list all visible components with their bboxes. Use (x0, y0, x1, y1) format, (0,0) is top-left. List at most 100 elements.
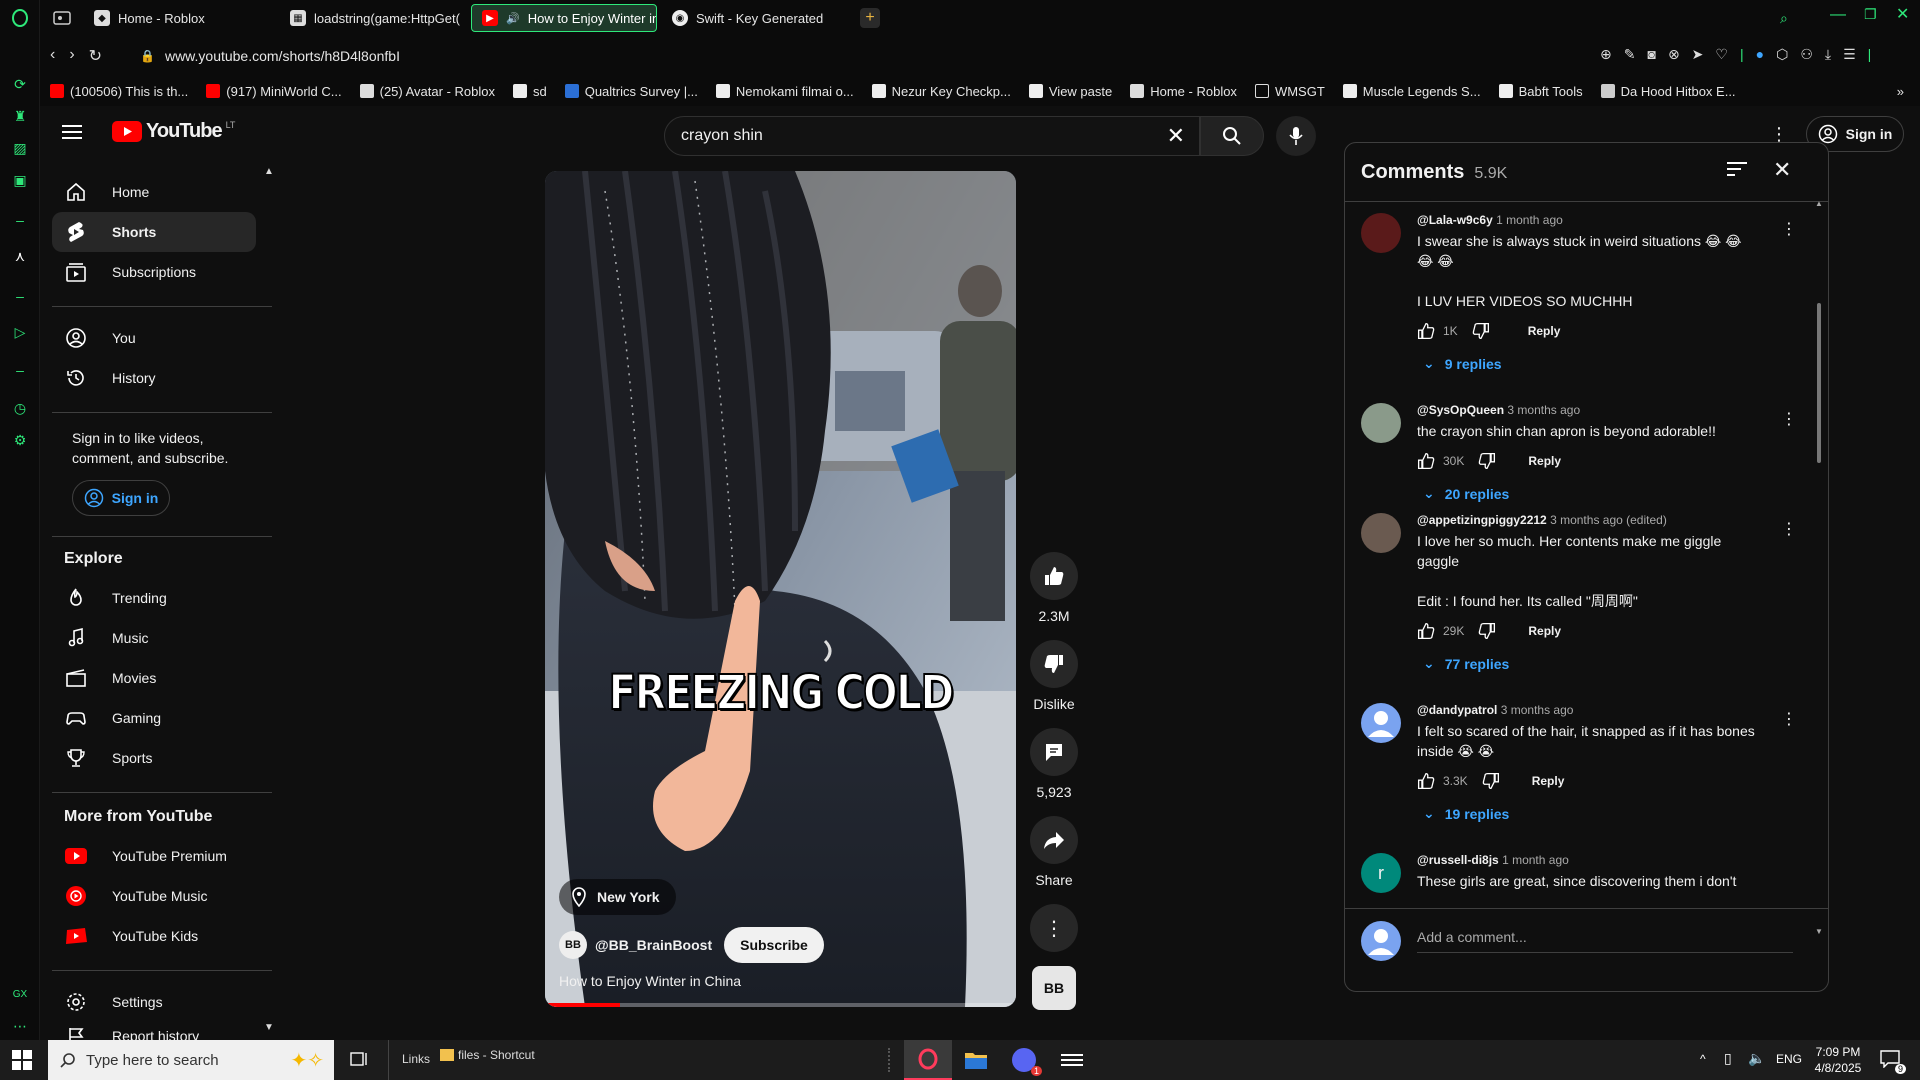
scroll-up-icon[interactable]: ▲ (1815, 199, 1823, 208)
view-replies-button[interactable]: ⌄ 9 replies (1417, 355, 1757, 372)
download-icon[interactable]: ⤓ (1825, 46, 1831, 63)
url-field[interactable]: 🔒 www.youtube.com/shorts/h8D4l8onfbI (140, 40, 1540, 72)
tab-swift[interactable]: ◉ Swift - Key Generated (662, 4, 862, 32)
bookmark-item[interactable]: Babft Tools (1498, 84, 1583, 99)
bookmark-item[interactable]: Nemokami filmai o... (715, 84, 854, 99)
commenter-avatar[interactable] (1361, 513, 1401, 553)
comment-time[interactable]: 3 months ago (edited) (1550, 513, 1667, 527)
cube-icon[interactable]: ⬡ (1776, 46, 1788, 63)
comment-author[interactable]: @russell-di8js (1417, 853, 1499, 867)
opera-gx-taskbar-icon[interactable] (904, 1040, 952, 1080)
thumbs-down-icon[interactable] (1478, 622, 1496, 640)
gx-control-icon[interactable]: GX (10, 984, 30, 1004)
bot-icon[interactable]: ♜ (10, 106, 30, 126)
share-action[interactable]: Share (1030, 816, 1078, 888)
thumbs-up-icon[interactable] (1417, 452, 1435, 470)
search-button[interactable] (1200, 116, 1264, 156)
sort-icon[interactable] (1727, 161, 1747, 177)
sidebar-item-report-history[interactable]: Report history (52, 1016, 256, 1040)
reply-button[interactable]: Reply (1528, 454, 1561, 468)
adblock-icon[interactable]: ⊗ (1668, 46, 1680, 63)
search-input[interactable]: crayon shin ✕ (664, 116, 1200, 156)
comment-time[interactable]: 3 months ago (1507, 403, 1580, 417)
history-rail-icon[interactable]: ◷ (10, 398, 30, 418)
tab-search-icon[interactable]: ⌕ (1780, 10, 1788, 27)
twitch-icon[interactable]: ▨ (10, 138, 30, 158)
bookmark-item[interactable]: Da Hood Hitbox E... (1600, 84, 1736, 99)
like-action[interactable]: 2.3M (1030, 552, 1078, 624)
tab-home-roblox[interactable]: ◆ Home - Roblox (84, 4, 274, 32)
comments-action[interactable]: 5,923 (1030, 728, 1078, 800)
camera-icon[interactable]: ◙ (1647, 46, 1655, 63)
sidebar-item-sports[interactable]: Sports (52, 738, 256, 778)
bookmark-folder[interactable]: WMSGT (1254, 84, 1325, 99)
sidebar-item-youtube-premium[interactable]: YouTube Premium (52, 836, 256, 876)
heart-icon[interactable]: ♡ (1715, 46, 1728, 63)
workspaces-icon[interactable] (52, 8, 72, 28)
sidebar-item-history[interactable]: History (52, 358, 256, 398)
aria-icon[interactable]: ⋏ (10, 246, 30, 266)
player-icon[interactable]: ▷ (10, 322, 30, 342)
links-toolbar[interactable]: Links (402, 1052, 430, 1066)
dislike-action[interactable]: Dislike (1030, 640, 1078, 712)
new-tab-button[interactable]: + (860, 8, 880, 28)
back-icon[interactable]: ‹ (50, 46, 55, 66)
reply-button[interactable]: Reply (1532, 774, 1565, 788)
taskbar-search-input[interactable]: Type here to search ✦✧ (48, 1040, 334, 1080)
comment-author[interactable]: @appetizingpiggy2212 (1417, 513, 1547, 527)
clear-search-icon[interactable]: ✕ (1167, 123, 1185, 149)
vpn-icon[interactable]: ● (1756, 46, 1764, 63)
zoom-icon[interactable]: ⊕ (1600, 46, 1612, 63)
menu-icon[interactable]: ☰ (1843, 46, 1856, 63)
settings-rail-icon[interactable]: ⚙ (10, 430, 30, 450)
file-explorer-icon[interactable] (952, 1040, 1000, 1080)
commenter-avatar[interactable]: r (1361, 853, 1401, 893)
comment-author[interactable]: @Lala-w9c6y (1417, 213, 1493, 227)
bookmark-item[interactable]: View paste (1028, 84, 1112, 99)
more-rail-icon[interactable]: ⋯ (10, 1016, 30, 1036)
task-view-icon[interactable] (350, 1050, 370, 1068)
more-options-button[interactable]: ⋮ (1030, 904, 1078, 952)
like-button[interactable] (1030, 552, 1078, 600)
sidebar-item-music[interactable]: Music (52, 618, 256, 658)
more-bookmarks-icon[interactable]: » (1897, 84, 1904, 99)
forward-icon[interactable]: › (69, 46, 74, 66)
thumbs-down-icon[interactable] (1482, 772, 1500, 790)
reply-button[interactable]: Reply (1528, 324, 1561, 338)
add-comment-input[interactable]: Add a comment... (1417, 929, 1793, 953)
commenter-avatar[interactable] (1361, 403, 1401, 443)
send-icon[interactable]: ➤ (1692, 46, 1704, 63)
video-progress-bar[interactable] (545, 1003, 1016, 1007)
channel-name[interactable]: @BB_BrainBoost (595, 937, 712, 953)
commenter-avatar[interactable] (1361, 703, 1401, 743)
notes-app-icon[interactable] (1048, 1040, 1096, 1080)
channel-avatar[interactable]: BB (559, 931, 587, 959)
thumbs-up-icon[interactable] (1417, 322, 1435, 340)
dislike-button[interactable] (1030, 640, 1078, 688)
music-app-icon[interactable]: ▣ (10, 170, 30, 190)
bookmark-item[interactable]: Nezur Key Checkp... (871, 84, 1011, 99)
refresh-icon[interactable]: ⟳ (10, 74, 30, 94)
video-title[interactable]: How to Enjoy Winter in China (559, 973, 741, 989)
guide-menu-icon[interactable] (62, 124, 82, 140)
location-chip[interactable]: New York (559, 879, 676, 915)
speaker-icon[interactable]: 🔊 (506, 12, 520, 25)
comment-author[interactable]: @SysOpQueen (1417, 403, 1504, 417)
sidebar-scroll-up-icon[interactable]: ▲ (264, 166, 272, 177)
tab-loadstring[interactable]: ▦ loadstring(game:HttpGet( (280, 4, 470, 32)
sidebar-item-youtube-kids[interactable]: YouTube Kids (52, 916, 256, 956)
comment-time[interactable]: 1 month ago (1502, 853, 1569, 867)
bookmark-item[interactable]: (917) MiniWorld C... (206, 84, 342, 99)
comments-button[interactable] (1030, 728, 1078, 776)
scroll-down-icon[interactable]: ▼ (1815, 927, 1823, 936)
files-shortcut[interactable]: files - Shortcut (440, 1048, 535, 1062)
thumbs-up-icon[interactable] (1417, 622, 1435, 640)
view-replies-button[interactable]: ⌄ 77 replies (1417, 655, 1757, 672)
bookmark-item[interactable]: Qualtrics Survey |... (564, 84, 698, 99)
maximize-icon[interactable]: ❐ (1864, 6, 1877, 23)
opera-logo-icon[interactable] (10, 8, 30, 28)
thumbs-down-icon[interactable] (1478, 452, 1496, 470)
share-button[interactable] (1030, 816, 1078, 864)
notifications-icon[interactable]: 9 (1880, 1050, 1906, 1074)
sidebar-item-movies[interactable]: Movies (52, 658, 256, 698)
